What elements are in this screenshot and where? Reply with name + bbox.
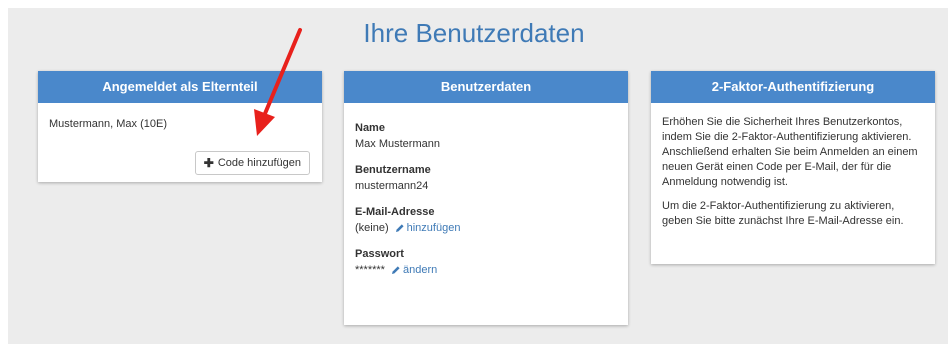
parent-card-body: Mustermann, Max (10E) (38, 103, 322, 142)
username-value: mustermann24 (355, 180, 617, 192)
page-title: Ihre Benutzerdaten (363, 18, 585, 48)
name-label: Name (355, 122, 385, 134)
change-password-label: ändern (402, 264, 438, 276)
pencil-icon (391, 266, 400, 274)
email-text: (keine) (355, 222, 389, 234)
two-factor-description: Erhöhen Sie die Sicherheit Ihres Benutze… (662, 116, 918, 188)
name-value: Max Mustermann (355, 138, 617, 150)
two-factor-instruction: Um die 2-Faktor-Authentifizierung zu akt… (662, 200, 904, 227)
parent-login-card: Angemeldet als Elternteil Mustermann, Ma… (38, 71, 322, 182)
add-code-label: Code hinzufügen (217, 157, 301, 169)
password-text: ******* (355, 264, 385, 276)
parent-card-header: Angemeldet als Elternteil (38, 71, 322, 103)
user-data-card: Benutzerdaten Name Max Mustermann Benutz… (344, 71, 628, 325)
parent-name: Mustermann, Max (10E) (49, 118, 167, 130)
username-text: mustermann24 (355, 180, 429, 192)
name-text: Max Mustermann (355, 138, 440, 150)
add-code-button[interactable]: ✚ Code hinzufügen (194, 151, 310, 175)
add-email-label: hinzufügen (406, 222, 461, 234)
two-factor-card: 2-Faktor-Authentifizierung Erhöhen Sie d… (651, 71, 935, 264)
email-value: (keine) hinzufügen (355, 222, 617, 234)
add-email-link[interactable]: hinzufügen (395, 222, 461, 234)
pencil-icon (395, 224, 404, 232)
password-label: Passwort (355, 248, 404, 260)
two-factor-card-header: 2-Faktor-Authentifizierung (651, 71, 935, 103)
email-label: E-Mail-Adresse (355, 206, 435, 218)
two-factor-card-body: Erhöhen Sie die Sicherheit Ihres Benutze… (651, 103, 935, 250)
password-value: ******* ändern (355, 264, 617, 276)
change-password-link[interactable]: ändern (391, 264, 437, 276)
username-label: Benutzername (355, 164, 431, 176)
user-card-header: Benutzerdaten (344, 71, 628, 103)
user-card-body: Name Max Mustermann Benutzername musterm… (344, 103, 628, 288)
plus-icon: ✚ (203, 156, 214, 170)
